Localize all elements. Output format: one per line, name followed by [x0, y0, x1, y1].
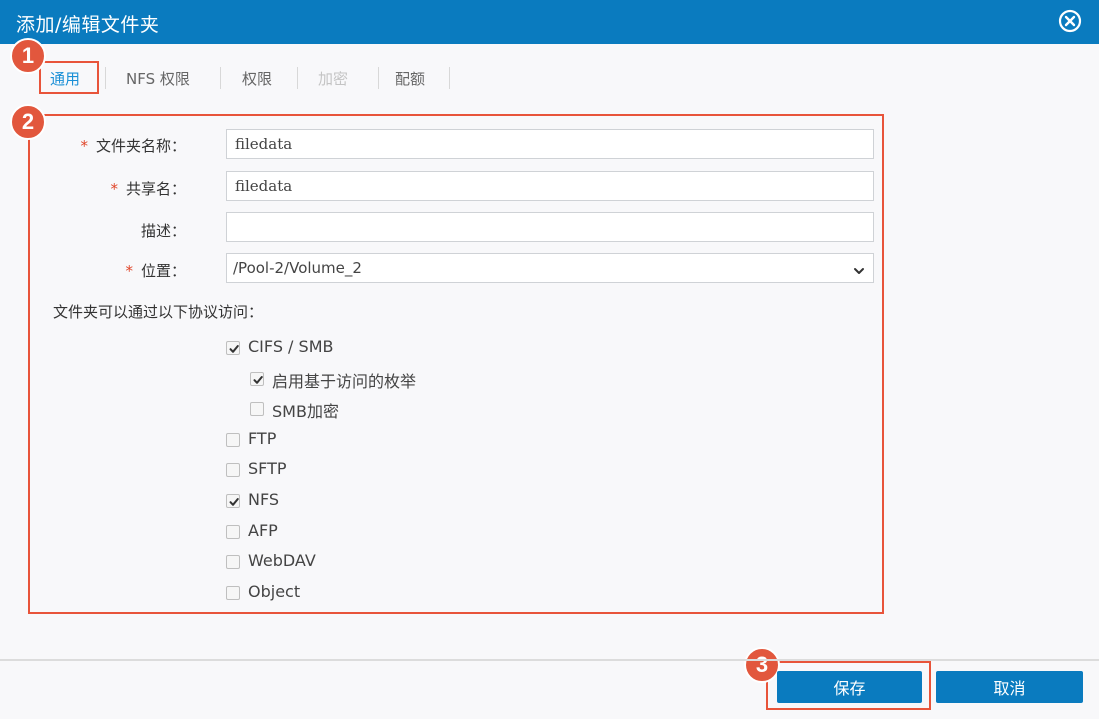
checkbox-box[interactable]	[226, 433, 240, 447]
location-select[interactable]: /Pool-2/Volume_2	[226, 253, 874, 283]
checkbox-label: SFTP	[248, 459, 287, 478]
footer-divider	[0, 659, 1099, 661]
tab-divider	[449, 67, 450, 89]
step-badge-2: 2	[10, 104, 46, 140]
checkbox-box[interactable]	[250, 402, 264, 416]
protocols-heading: 文件夹可以通过以下协议访问：	[53, 303, 264, 321]
description-input[interactable]	[226, 212, 874, 242]
checkbox-label: FTP	[248, 429, 277, 448]
checkbox-label: WebDAV	[248, 551, 316, 570]
checkbox-box-checked[interactable]	[226, 494, 240, 508]
checkbox-label: Object	[248, 582, 301, 601]
checkbox-box[interactable]	[226, 586, 240, 600]
tab-divider	[220, 67, 221, 89]
checkbox-box-checked[interactable]	[226, 341, 240, 355]
checkbox-box[interactable]	[226, 525, 240, 539]
save-button[interactable]: 保存	[777, 671, 922, 703]
dialog-title: 添加/编辑文件夹	[16, 14, 160, 36]
step-badge-1: 1	[10, 38, 46, 74]
checkbox-label: 启用基于访问的枚举	[272, 372, 417, 391]
required-marker: *	[125, 262, 133, 280]
checkbox-label: NFS	[248, 490, 280, 509]
required-marker: *	[110, 180, 118, 198]
share-name-input[interactable]: filedata	[226, 171, 874, 201]
checkbox-box[interactable]	[226, 555, 240, 569]
dialog-titlebar: 添加/编辑文件夹	[0, 0, 1099, 44]
step-badge-3: 3	[744, 647, 780, 683]
checkbox-label: AFP	[248, 521, 278, 540]
folder-name-input[interactable]: filedata	[226, 129, 874, 159]
folder-name-label: * 文件夹名称：	[80, 137, 186, 155]
tab-divider	[105, 67, 106, 89]
tab-quota[interactable]: 配额	[395, 68, 425, 89]
tab-divider	[378, 67, 379, 89]
required-marker: *	[80, 137, 88, 155]
checkbox-box[interactable]	[226, 463, 240, 477]
location-select-value: /Pool-2/Volume_2	[233, 259, 362, 277]
tab-divider	[297, 67, 298, 89]
checkbox-box-checked[interactable]	[250, 372, 264, 386]
cancel-button[interactable]: 取消	[936, 671, 1083, 703]
tab-encryption: 加密	[318, 70, 349, 88]
tab-permissions[interactable]: 权限	[242, 68, 272, 89]
checkbox-label: SMB加密	[272, 402, 339, 421]
share-name-label: * 共享名：	[110, 180, 186, 198]
chevron-down-icon	[853, 263, 865, 275]
tab-nfs-permissions[interactable]: NFS 权限	[126, 68, 190, 89]
location-label: * 位置：	[125, 262, 186, 280]
description-label: 描述：	[140, 222, 186, 240]
tab-highlight-box	[39, 61, 99, 94]
close-icon[interactable]	[1058, 9, 1082, 33]
checkbox-label: CIFS / SMB	[248, 337, 334, 356]
